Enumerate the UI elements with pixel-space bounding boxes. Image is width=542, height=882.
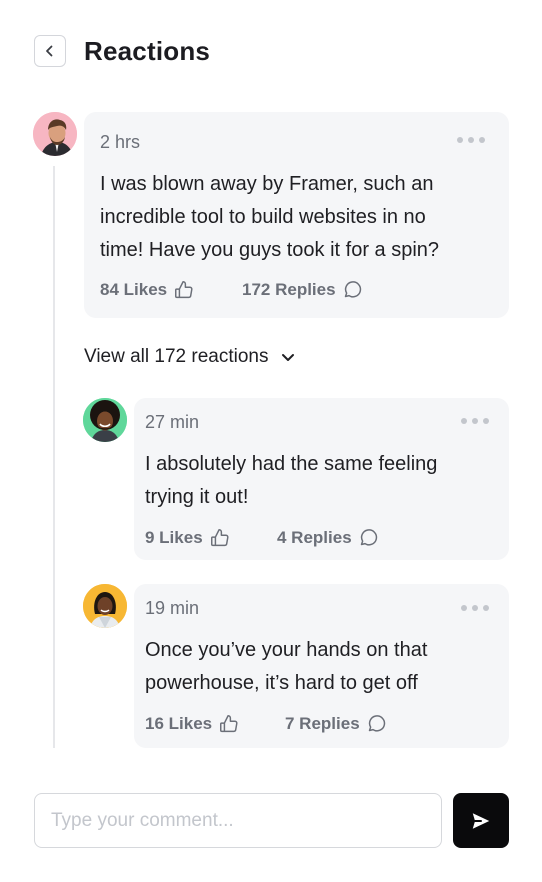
comment-input[interactable]	[34, 793, 442, 848]
reply-button[interactable]: 7 Replies	[285, 713, 387, 734]
reply-button[interactable]: 172 Replies	[242, 279, 363, 300]
avatar[interactable]	[33, 112, 77, 156]
chevron-left-icon	[43, 44, 57, 58]
back-button[interactable]	[34, 35, 66, 67]
page-title: Reactions	[84, 35, 211, 66]
header: Reactions	[34, 34, 210, 68]
avatar[interactable]	[83, 584, 127, 628]
more-horizontal-icon[interactable]	[461, 418, 489, 424]
replies-count: 7 Replies	[285, 713, 360, 733]
view-all-reactions-button[interactable]: View all 172 reactions	[84, 346, 296, 368]
replies-count: 172 Replies	[242, 279, 336, 299]
reply-text: Once you’ve your hands on that powerhous…	[145, 639, 428, 694]
more-horizontal-icon[interactable]	[457, 137, 485, 143]
chevron-down-icon	[280, 349, 296, 365]
likes-count: 9 Likes	[145, 528, 203, 547]
thumbs-up-icon	[218, 713, 240, 735]
like-button[interactable]: 84 Likes	[100, 279, 195, 301]
reply-card: 27 min I absolutely had the same feeling…	[134, 398, 509, 560]
reply-text: I absolutely had the same feeling trying…	[145, 453, 438, 508]
avatar[interactable]	[83, 398, 127, 442]
comment-text: I was blown away by Framer, such an incr…	[100, 173, 440, 261]
message-circle-icon	[342, 279, 363, 300]
message-circle-icon	[366, 713, 387, 734]
view-all-label: View all 172 reactions	[84, 346, 269, 367]
likes-count: 84 Likes	[100, 280, 168, 299]
message-circle-icon	[358, 527, 379, 548]
thread-line	[53, 166, 55, 748]
comment-card: 2 hrs I was blown away by Framer, such a…	[84, 112, 509, 318]
like-button[interactable]: 9 Likes	[145, 527, 231, 549]
comment-time: 2 hrs	[100, 132, 141, 152]
send-button[interactable]	[453, 793, 509, 848]
reply-button[interactable]: 4 Replies	[277, 527, 379, 548]
reply-time: 19 min	[145, 598, 200, 618]
send-icon	[470, 810, 492, 832]
reply-card: 19 min Once you’ve your hands on that po…	[134, 584, 509, 748]
thumbs-up-icon	[173, 279, 195, 301]
likes-count: 16 Likes	[145, 714, 213, 733]
reply-time: 27 min	[145, 412, 200, 432]
replies-count: 4 Replies	[277, 527, 352, 547]
more-horizontal-icon[interactable]	[461, 605, 489, 611]
thumbs-up-icon	[209, 527, 231, 549]
like-button[interactable]: 16 Likes	[145, 713, 240, 735]
